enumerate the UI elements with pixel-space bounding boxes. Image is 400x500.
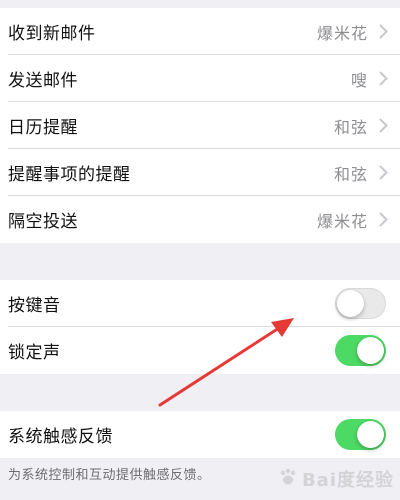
row-keyboard-clicks: 按键音 [0,280,400,327]
row-lock-sound: 锁定声 [0,327,400,374]
clicks-group: 按键音 锁定声 [0,280,400,374]
chevron-right-icon [378,165,388,181]
lock-sound-toggle[interactable] [335,335,386,366]
row-label: 收到新邮件 [8,24,96,44]
row-label: 系统触感反馈 [8,427,113,447]
toggle-knob [357,337,384,364]
toggle-knob [337,290,364,317]
chevron-right-icon [378,118,388,134]
row-value: 嗖 [350,70,368,90]
row-sent-mail[interactable]: 发送邮件 嗖 [0,55,400,102]
haptics-footer-note: 为系统控制和互动提供触感反馈。 [8,468,211,483]
row-new-mail[interactable]: 收到新邮件 爆米花 [0,8,400,55]
chevron-right-icon [378,71,388,87]
row-system-haptics: 系统触感反馈 [0,411,400,458]
row-label: 按键音 [8,296,61,316]
row-calendar-alerts[interactable]: 日历提醒 和弦 [0,102,400,149]
keyboard-clicks-toggle[interactable] [335,288,386,319]
haptics-group: 系统触感反馈 [0,411,400,458]
row-value: 爆米花 [316,211,368,231]
row-value: 爆米花 [316,23,368,43]
row-label: 隔空投送 [8,212,78,232]
row-reminder-alerts[interactable]: 提醒事项的提醒 和弦 [0,149,400,196]
system-haptics-toggle[interactable] [335,419,386,450]
chevron-right-icon [378,24,388,40]
row-label: 锁定声 [8,343,61,363]
toggle-knob [357,421,384,448]
row-value: 和弦 [333,117,368,137]
row-label: 日历提醒 [8,118,78,138]
row-label: 提醒事项的提醒 [8,165,131,185]
sounds-group: 收到新邮件 爆米花 发送邮件 嗖 日历提醒 和弦 提醒事项的提醒 和弦 隔空投送… [0,8,400,243]
row-label: 发送邮件 [8,71,78,91]
row-value: 和弦 [333,164,368,184]
chevron-right-icon [378,212,388,228]
row-airdrop[interactable]: 隔空投送 爆米花 [0,196,400,243]
